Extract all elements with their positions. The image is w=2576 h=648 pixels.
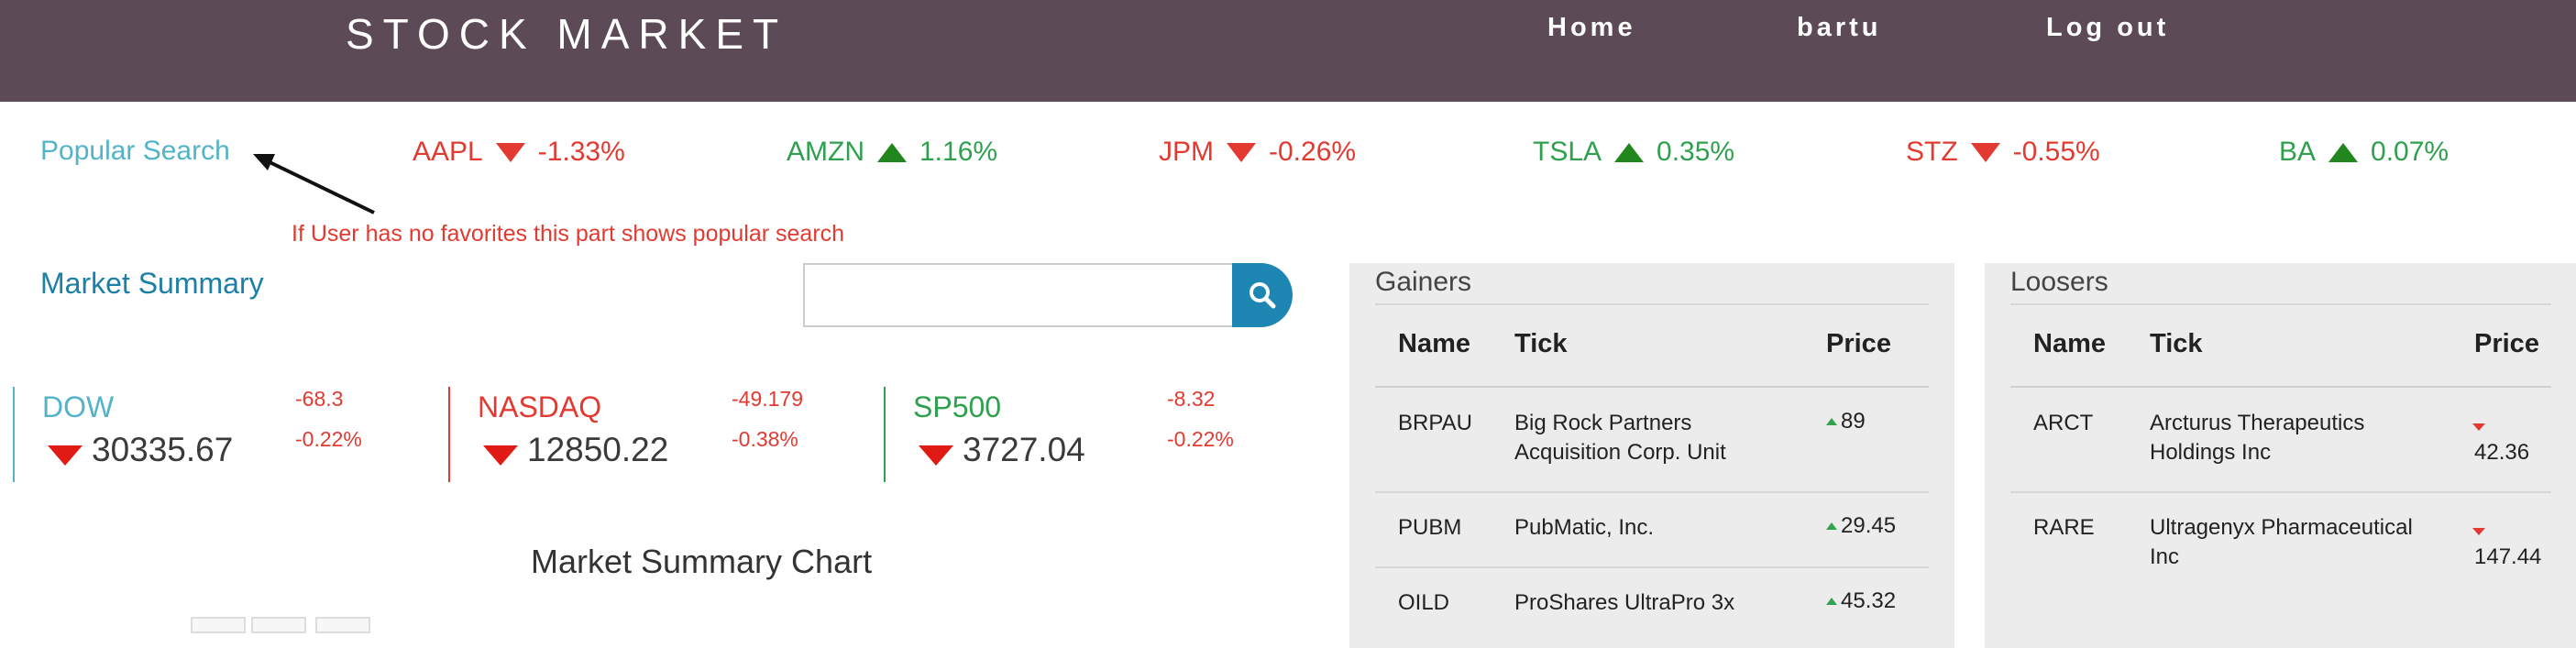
triangle-down-icon <box>483 445 518 466</box>
ticker-item[interactable]: BA 0.07% <box>2279 137 2449 168</box>
index-percent: -0.22% <box>1167 427 1234 451</box>
triangle-up-icon <box>877 142 907 162</box>
divider <box>2010 386 2551 388</box>
market-summary-title: Market Summary <box>40 267 264 300</box>
ticker-symbol: STZ <box>1906 137 1958 167</box>
ticker-symbol: AMZN <box>787 137 864 167</box>
triangle-up-icon <box>1614 142 1645 162</box>
index-card-sp500[interactable]: SP500 -8.32 -0.22% 3727.04 <box>884 387 1289 482</box>
column-header-tick: Tick <box>1514 329 1568 358</box>
chart-range-button[interactable] <box>191 617 246 633</box>
search-input[interactable] <box>803 263 1236 327</box>
divider <box>1375 303 1929 305</box>
ticker-symbol: BA <box>2279 137 2317 167</box>
column-header-price: Price <box>1826 329 1891 358</box>
column-header-tick: Tick <box>2150 329 2203 358</box>
divider <box>1375 566 1929 568</box>
column-header-name: Name <box>2033 329 2106 358</box>
chart-range-button[interactable] <box>315 617 370 633</box>
triangle-down-icon <box>495 142 525 162</box>
price-value: 29.45 <box>1841 513 1897 538</box>
triangle-down-icon <box>2472 419 2485 435</box>
gainers-panel: Gainers Name Tick Price BRPAU Big Rock P… <box>1349 263 1954 648</box>
loser-tick: Arcturus Therapeutics Holdings Inc <box>2150 411 2365 465</box>
popular-search-label: Popular Search <box>40 136 230 166</box>
gainer-tick: Big Rock Partners Acquisition Corp. Unit <box>1514 411 1726 465</box>
triangle-up-icon <box>2328 142 2359 162</box>
divider <box>1375 386 1929 388</box>
losers-title: Loosers <box>2010 267 2108 297</box>
price-value: 89 <box>1841 409 1866 434</box>
index-card-dow[interactable]: DOW -68.3 -0.22% 30335.67 <box>13 387 418 482</box>
ticker-change: -0.26% <box>1269 137 1357 167</box>
index-name: DOW <box>42 390 115 423</box>
index-change: -49.179 <box>732 387 804 411</box>
market-summary-chart-title: Market Summary Chart <box>531 543 873 580</box>
ticker-item[interactable]: AMZN 1.16% <box>787 137 997 168</box>
search-button[interactable] <box>1232 263 1293 327</box>
annotation-note: If User has no favorites this part shows… <box>292 221 845 247</box>
gainer-tick: PubMatic, Inc. <box>1514 515 1655 540</box>
ticker-change: 1.16% <box>919 137 998 167</box>
index-name: SP500 <box>913 390 1002 423</box>
nav-home-link[interactable]: Home <box>1547 13 1636 43</box>
loser-name[interactable]: ARCT <box>2033 409 2093 438</box>
arrow-annotation-icon <box>253 154 375 214</box>
index-value: 3727.04 <box>963 431 1085 468</box>
index-change: -68.3 <box>295 387 344 411</box>
gainer-name[interactable]: PUBM <box>1398 513 1461 543</box>
index-percent: -0.22% <box>295 427 362 451</box>
ticker-symbol: TSLA <box>1533 137 1602 167</box>
ticker-change: 0.35% <box>1657 137 1735 167</box>
index-change: -8.32 <box>1167 387 1216 411</box>
gainer-tick: ProShares UltraPro 3x <box>1514 590 1735 615</box>
losers-panel: Loosers Name Tick Price ARCT Arcturus Th… <box>1985 263 2576 648</box>
index-value: 30335.67 <box>92 431 234 468</box>
divider <box>2010 303 2551 305</box>
ticker-item[interactable]: AAPL -1.33% <box>413 137 625 168</box>
triangle-down-icon <box>2472 523 2485 540</box>
loser-name[interactable]: RARE <box>2033 513 2095 543</box>
column-header-price: Price <box>2474 329 2539 358</box>
nav-logout-link[interactable]: Log out <box>2046 13 2169 43</box>
index-card-nasdaq[interactable]: NASDAQ -49.179 -0.38% 12850.22 <box>448 387 853 482</box>
search-icon <box>1249 282 1276 309</box>
gainer-name[interactable]: OILD <box>1398 588 1449 618</box>
loser-tick: Ultragenyx Pharmaceutical Inc <box>2150 515 2413 569</box>
triangle-down-icon <box>48 445 83 466</box>
triangle-up-icon <box>1826 418 1837 425</box>
nav-user-link[interactable]: bartu <box>1797 13 1882 43</box>
triangle-up-icon <box>1826 598 1837 605</box>
index-percent: -0.38% <box>732 427 798 451</box>
triangle-up-icon <box>1826 522 1837 530</box>
ticker-item[interactable]: TSLA 0.35% <box>1533 137 1734 168</box>
gainers-title: Gainers <box>1375 267 1472 297</box>
index-name: NASDAQ <box>478 390 602 423</box>
gainer-name[interactable]: BRPAU <box>1398 409 1472 438</box>
ticker-change: 0.07% <box>2371 137 2449 167</box>
ticker-change: -0.55% <box>2012 137 2100 167</box>
chart-range-button[interactable] <box>251 617 306 633</box>
brand-title[interactable]: STOCK MARKET <box>346 9 787 59</box>
divider <box>1375 491 1929 493</box>
ticker-symbol: JPM <box>1159 137 1214 167</box>
triangle-down-icon <box>1970 142 2000 162</box>
loser-price: 147.44 <box>2474 544 2542 569</box>
price-value: 45.32 <box>1841 588 1897 613</box>
ticker-change: -1.33% <box>537 137 625 167</box>
column-header-name: Name <box>1398 329 1470 358</box>
triangle-down-icon <box>919 445 953 466</box>
gainer-price: 29.45 <box>1826 513 1896 539</box>
ticker-item[interactable]: JPM -0.26% <box>1159 137 1356 168</box>
triangle-down-icon <box>1227 142 1256 162</box>
ticker-symbol: AAPL <box>413 137 483 167</box>
gainer-price: 45.32 <box>1826 588 1896 614</box>
gainer-price: 89 <box>1826 409 1866 434</box>
index-value: 12850.22 <box>527 431 669 468</box>
ticker-item[interactable]: STZ -0.55% <box>1906 137 2100 168</box>
loser-price: 42.36 <box>2474 440 2530 465</box>
divider <box>2010 491 2551 493</box>
